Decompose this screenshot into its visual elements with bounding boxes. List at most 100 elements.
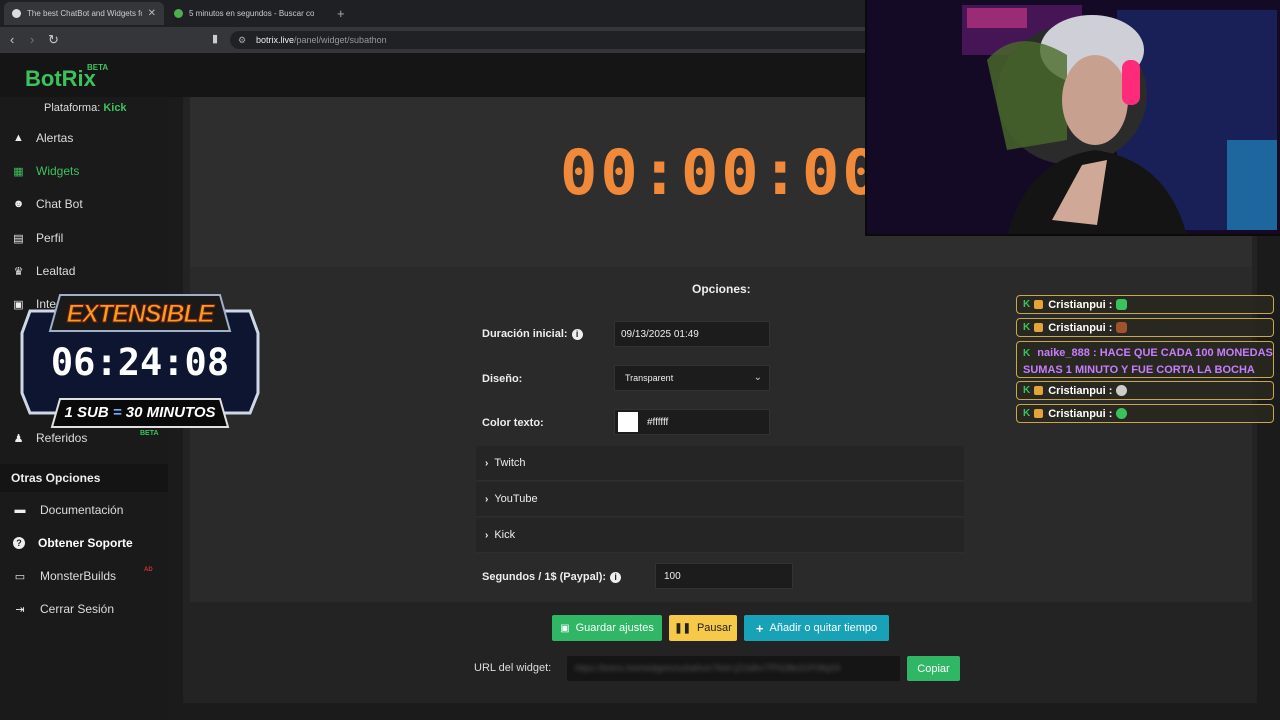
copy-button[interactable]: Copiar xyxy=(907,656,960,681)
copy-label: Copiar xyxy=(917,662,950,675)
emote-icon xyxy=(1116,322,1128,333)
info-icon[interactable]: i xyxy=(571,328,583,340)
chevron-right-icon: › xyxy=(485,457,489,469)
seconds-label: Segundos / 1$ (Paypal): i xyxy=(482,571,622,583)
accordion-label: Twitch xyxy=(494,457,526,469)
overlay-timer: 06:24:08 xyxy=(50,341,230,384)
chat-message: K Cristianpui : xyxy=(1016,318,1274,337)
tab-title: 5 minutos en segundos - Buscar con xyxy=(189,9,314,18)
other-options-title: Otras Opciones xyxy=(0,464,168,492)
sidebar-item-alertas[interactable]: ▲ Alertas xyxy=(12,128,73,148)
add-time-button[interactable]: + Añadir o quitar tiempo xyxy=(744,615,889,641)
url-host: botrix.live xyxy=(256,35,295,45)
emote-icon xyxy=(1116,408,1128,419)
overlay-footer: 1 SUB = 30 MINUTOS xyxy=(20,404,260,421)
pause-button[interactable]: ❚❚ Pausar xyxy=(669,615,737,641)
chevron-right-icon: › xyxy=(485,529,489,541)
sub-badge-icon xyxy=(1034,300,1044,309)
new-tab-button[interactable]: + xyxy=(337,6,345,21)
color-picker[interactable]: #ffffff xyxy=(614,409,770,435)
browser-tab-active[interactable]: The best ChatBot and Widgets fo ✕ xyxy=(4,2,164,25)
emote-icon xyxy=(1116,385,1128,396)
sidebar-item-label: Referidos xyxy=(36,431,88,445)
overlay-title: EXTENSIBLE xyxy=(66,300,215,329)
info-icon[interactable]: i xyxy=(610,571,622,583)
widget-url-value: https://botrix.live/widgets/subathon?bid… xyxy=(575,663,841,673)
duration-label-text: Duración inicial: xyxy=(482,328,568,340)
url-input[interactable]: ⚙ botrix.live/panel/widget/subathon xyxy=(230,31,890,49)
chevron-right-icon: › xyxy=(485,493,489,505)
options-title: Opciones: xyxy=(692,282,751,296)
sidebar-item-label: Chat Bot xyxy=(36,197,83,211)
sidebar-item-perfil[interactable]: ▤ Perfil xyxy=(12,228,63,248)
color-label: Color texto: xyxy=(482,417,544,429)
sidebar-item-widgets[interactable]: ▦ Widgets xyxy=(12,161,79,181)
tab-title: The best ChatBot and Widgets fo xyxy=(27,9,142,18)
botrix-logo[interactable]: BotRix xyxy=(25,66,96,92)
color-swatch[interactable] xyxy=(618,412,638,432)
kick-icon: K xyxy=(1023,385,1031,396)
accordion-twitch[interactable]: › Twitch xyxy=(476,446,964,481)
seconds-value: 100 xyxy=(664,570,681,582)
accordion-label: Kick xyxy=(494,529,516,541)
seconds-label-text: Segundos / 1$ (Paypal): xyxy=(482,571,607,583)
subathon-overlay: EXTENSIBLE 06:24:08 1 SUB = 30 MINUTOS xyxy=(20,293,260,430)
google-favicon-icon xyxy=(174,9,183,18)
sidebar-item-referidos[interactable]: ♟ Referidos xyxy=(12,428,88,448)
site-info-icon[interactable]: ⚙ xyxy=(238,31,246,49)
sidebar-item-label: Perfil xyxy=(36,231,64,245)
sidebar-item-documentacion[interactable]: ▬ Documentación xyxy=(13,500,124,520)
kick-icon: K xyxy=(1023,299,1031,310)
bookmark-icon[interactable]: ▮ xyxy=(212,32,218,45)
pause-label: Pausar xyxy=(696,622,732,634)
book-icon: ▬ xyxy=(14,504,26,516)
reload-icon[interactable]: ↻ xyxy=(48,32,59,48)
botrix-favicon-icon xyxy=(12,9,21,18)
save-icon: ▣ xyxy=(560,622,570,634)
sidebar-item-soporte[interactable]: ? Obtener Soporte xyxy=(13,533,133,553)
seconds-input[interactable]: 100 xyxy=(655,563,793,589)
chat-user: Cristianpui : xyxy=(1048,384,1113,397)
color-value: #ffffff xyxy=(647,416,669,428)
preview-timer: 00:00:00 xyxy=(560,136,883,209)
sidebar-item-cerrar-sesion[interactable]: ⇥ Cerrar Sesión xyxy=(13,599,114,619)
laptop-icon: ▭ xyxy=(14,570,26,583)
design-select[interactable]: Transparent ⌄ xyxy=(614,365,770,391)
chat-message: K Cristianpui : xyxy=(1016,295,1274,314)
platform-indicator: Plataforma: Kick xyxy=(44,102,127,114)
robot-icon: ☻ xyxy=(12,198,25,210)
question-icon: ? xyxy=(13,537,25,549)
duration-input[interactable]: 09/13/2025 01:49 xyxy=(614,321,770,347)
chat-user: Cristianpui : xyxy=(1048,298,1113,311)
overlay-footer-right: 30 MINUTOS xyxy=(125,404,216,421)
widget-url-field[interactable]: https://botrix.live/widgets/subathon?bid… xyxy=(567,656,900,681)
browser-tab[interactable]: 5 minutos en segundos - Buscar con xyxy=(166,2,326,25)
accordion-youtube[interactable]: › YouTube xyxy=(476,482,964,517)
back-arrow-icon[interactable]: ‹ xyxy=(10,32,14,47)
webcam-feed xyxy=(865,0,1280,236)
duration-label: Duración inicial: i xyxy=(482,328,583,340)
sidebar-item-label: MonsterBuilds xyxy=(40,569,117,583)
url-path: /panel/widget/subathon xyxy=(294,35,387,45)
id-card-icon: ▤ xyxy=(13,232,24,245)
chat-message: K Cristianpui : xyxy=(1016,381,1274,400)
warning-icon: ▲ xyxy=(13,132,24,144)
kick-icon: K xyxy=(1023,348,1031,359)
sidebar-item-label: Obtener Soporte xyxy=(38,536,133,550)
save-button[interactable]: ▣ Guardar ajustes xyxy=(552,615,662,641)
sidebar-item-label: Lealtad xyxy=(36,264,76,278)
sidebar-item-lealtad[interactable]: ♛ Lealtad xyxy=(12,261,76,281)
forward-arrow-icon[interactable]: › xyxy=(30,32,34,47)
design-value: Transparent xyxy=(625,373,674,383)
chat-message: K naike_888 : HACE QUE CADA 100 MONEDAS … xyxy=(1016,341,1274,378)
sidebar-item-label: Alertas xyxy=(36,131,74,145)
sidebar-item-label: Documentación xyxy=(40,503,124,517)
sidebar-item-monsterbuilds[interactable]: ▭ MonsterBuilds xyxy=(13,566,116,586)
chat-user: Cristianpui : xyxy=(1048,321,1113,334)
save-label: Guardar ajustes xyxy=(575,622,654,634)
chat-user: Cristianpui : xyxy=(1048,407,1113,420)
close-tab-icon[interactable]: ✕ xyxy=(148,8,156,19)
accordion-kick[interactable]: › Kick xyxy=(476,518,964,553)
add-time-label: Añadir o quitar tiempo xyxy=(769,622,878,634)
sidebar-item-chat-bot[interactable]: ☻ Chat Bot xyxy=(12,194,83,214)
